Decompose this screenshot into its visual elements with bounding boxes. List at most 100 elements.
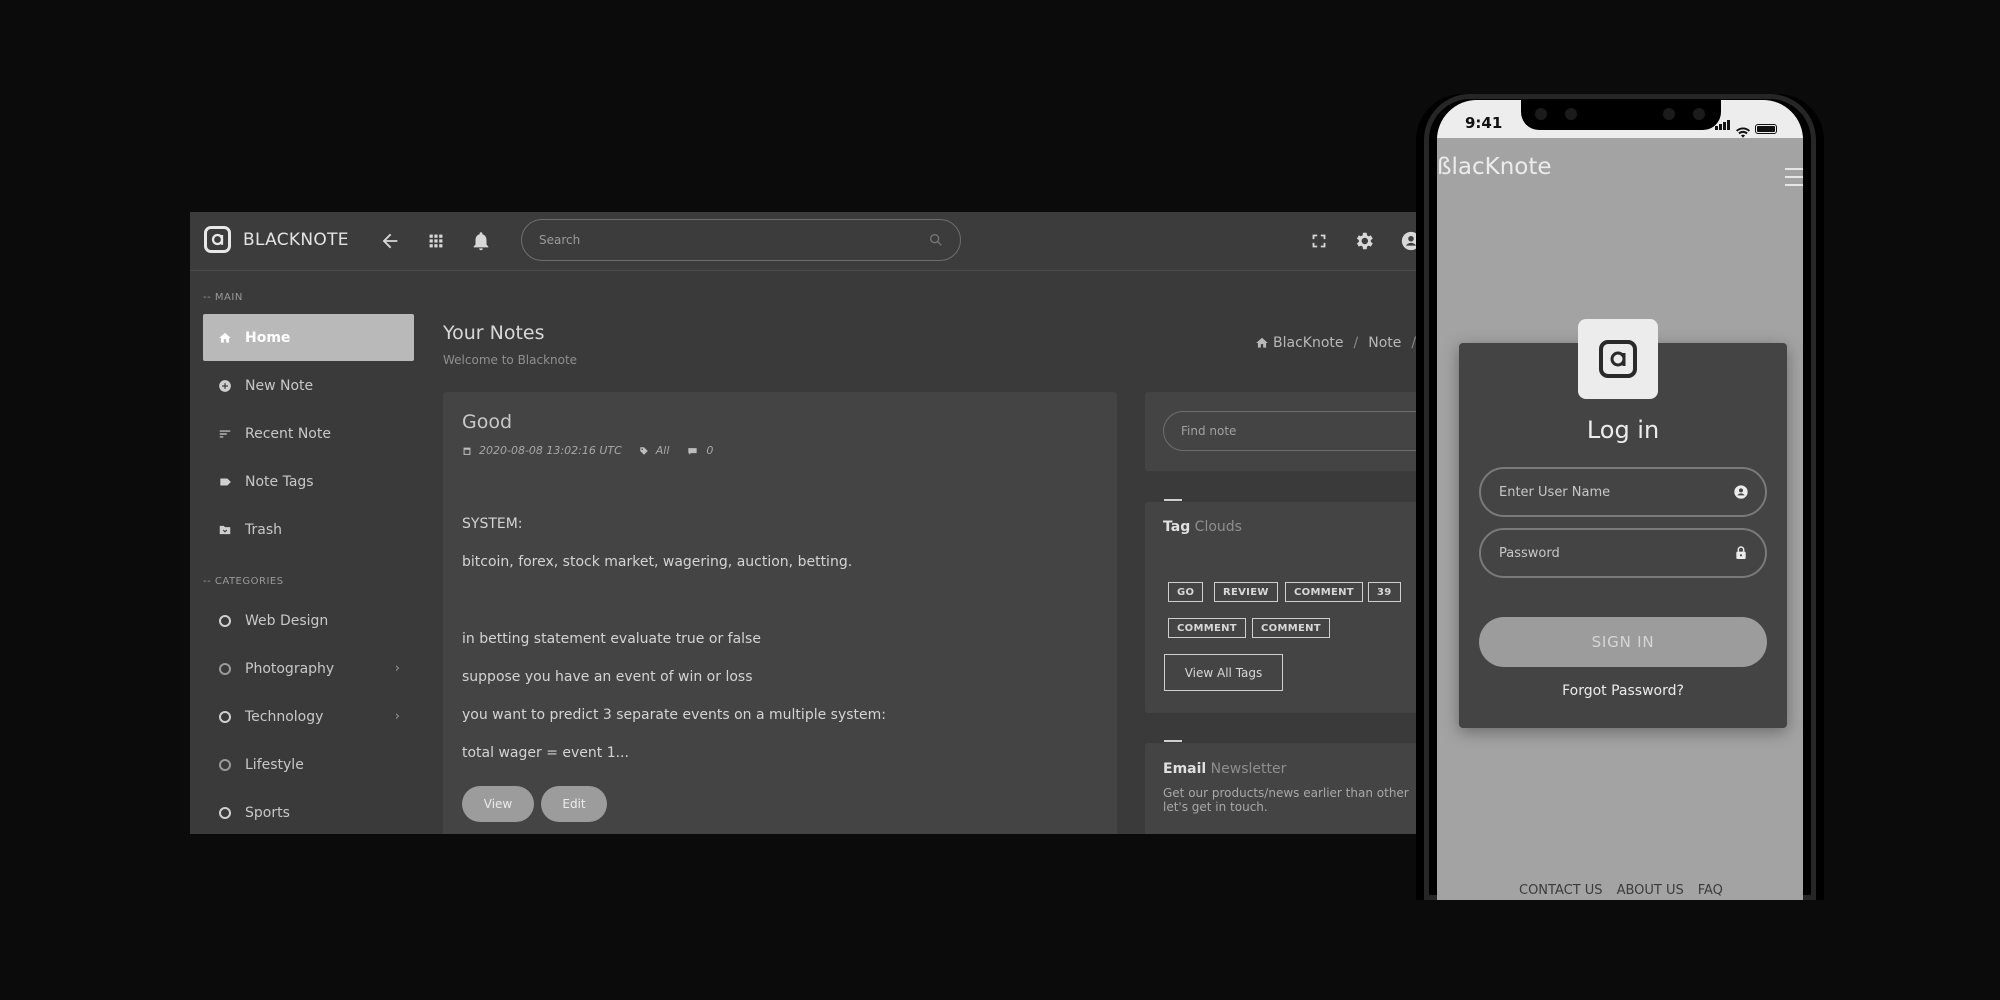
breadcrumb-item[interactable]: Note <box>1368 335 1401 351</box>
note-body-line: total wager = event 1... <box>462 745 629 761</box>
about-us-link[interactable]: ABOUT US <box>1617 883 1684 898</box>
home-icon[interactable] <box>1255 336 1269 350</box>
edit-button[interactable]: Edit <box>541 786 607 822</box>
sidebar-item-label: Sports <box>245 804 290 821</box>
newsletter-title: Email Newsletter <box>1163 761 1286 777</box>
battery-icon <box>1755 124 1777 134</box>
tag-cloud-title-rest: Clouds <box>1194 519 1242 535</box>
signal-icon <box>1715 115 1731 134</box>
sidebar-item-label: Photography <box>245 660 335 677</box>
circle-icon <box>217 757 233 773</box>
tag-chip[interactable]: GO <box>1168 582 1204 602</box>
sidebar-item-technology[interactable]: Technology › <box>203 693 414 740</box>
sidebar-item-note-tags[interactable]: Note Tags <box>203 458 414 505</box>
note-title[interactable]: Good <box>462 411 512 433</box>
breadcrumb-separator: / <box>1353 335 1359 351</box>
status-bar: 9:41 <box>1437 100 1803 138</box>
note-meta: 2020-08-08 13:02:16 UTC All 0 <box>462 444 713 457</box>
status-time: 9:41 <box>1465 114 1503 132</box>
sidebar-item-home[interactable]: Home <box>203 314 414 361</box>
home-icon <box>217 330 233 346</box>
circle-icon <box>217 805 233 821</box>
password-input[interactable] <box>1481 530 1765 576</box>
wifi-icon <box>1736 123 1750 138</box>
note-tag[interactable]: All <box>656 444 670 457</box>
tag-chip[interactable]: COMMENT <box>1285 582 1363 602</box>
page-subtitle: Welcome to Blacknote <box>443 353 578 367</box>
page-title: Your Notes <box>443 322 545 344</box>
phone-footer: CONTACT US ABOUT US FAQ <box>1519 883 1723 898</box>
breadcrumb: BlacKnote / Note / <box>1255 335 1418 351</box>
sidebar-item-label: Recent Note <box>245 425 331 442</box>
comment-icon <box>686 446 699 456</box>
sidebar-item-label: Lifestyle <box>245 756 304 773</box>
sign-in-button[interactable]: SIGN IN <box>1479 617 1767 667</box>
phone-brand[interactable]: ßlacKnote <box>1437 154 1552 180</box>
sidebar-item-label: Web Design <box>245 612 329 629</box>
sidebar-item-web-design[interactable]: Web Design <box>203 597 414 644</box>
notch <box>1521 100 1721 130</box>
sidebar-item-lifestyle[interactable]: Lifestyle <box>203 741 414 788</box>
phone-mockup: 9:41 ßlacKnote Log in Enter User Name SI… <box>1416 94 1824 900</box>
search-bar[interactable] <box>521 219 961 261</box>
status-icons <box>1715 115 1777 138</box>
apps-grid-icon[interactable] <box>425 230 447 252</box>
sidebar-item-photography[interactable]: Photography › <box>203 645 414 692</box>
sidebar-item-trash[interactable]: Trash <box>203 506 414 553</box>
sidebar-item-recent-note[interactable]: Recent Note <box>203 410 414 457</box>
circle-icon <box>217 661 233 677</box>
breadcrumb-item[interactable]: BlacKnote <box>1273 335 1344 351</box>
sidebar-item-sports[interactable]: Sports <box>203 789 414 834</box>
note-body-line: in betting statement evaluate true or fa… <box>462 631 761 647</box>
view-button[interactable]: View <box>462 786 534 822</box>
password-field[interactable] <box>1479 528 1767 578</box>
chevron-right-icon: › <box>394 709 400 724</box>
search-input[interactable] <box>522 220 960 260</box>
circle-icon <box>217 709 233 725</box>
faq-link[interactable]: FAQ <box>1698 883 1723 898</box>
note-body-line: SYSTEM: <box>462 516 523 532</box>
find-note-input[interactable] <box>1164 412 1418 450</box>
divider <box>1164 499 1182 501</box>
fullscreen-icon[interactable] <box>1308 230 1330 252</box>
brand[interactable]: BLACKNOTE <box>204 226 349 253</box>
tag-chip[interactable]: REVIEW <box>1214 582 1278 602</box>
find-note-panel <box>1145 392 1418 471</box>
gear-icon[interactable] <box>1353 230 1375 252</box>
tag-chip[interactable]: COMMENT <box>1252 618 1330 638</box>
username-field[interactable] <box>1479 467 1767 517</box>
note-body-line: you want to predict 3 separate events on… <box>462 707 886 723</box>
find-note-field[interactable] <box>1163 411 1418 451</box>
sidebar-item-new-note[interactable]: New Note <box>203 362 414 409</box>
calendar-icon <box>462 446 472 456</box>
newsletter-text: Get our products/news earlier than other… <box>1163 786 1409 814</box>
sidebar-item-label: Technology <box>245 708 324 725</box>
sidebar-item-label: Trash <box>245 521 282 538</box>
tag-icon <box>217 474 233 490</box>
brand-name: BLACKNOTE <box>243 229 349 250</box>
tag-chip[interactable]: 39 <box>1368 582 1401 602</box>
lock-icon <box>1733 545 1749 561</box>
login-logo-icon <box>1578 319 1658 399</box>
view-all-tags-button[interactable]: View All Tags <box>1164 654 1283 691</box>
newsletter-title-rest: Newsletter <box>1210 761 1287 777</box>
forgot-password-link[interactable]: Forgot Password? <box>1459 683 1787 699</box>
tag-icon <box>639 446 649 456</box>
tag-chip[interactable]: COMMENT <box>1168 618 1246 638</box>
bell-icon[interactable] <box>470 230 492 252</box>
note-comment-count: 0 <box>706 444 714 457</box>
sidebar-item-label: New Note <box>245 377 314 394</box>
username-input[interactable] <box>1481 469 1765 515</box>
newsletter-title-bold: Email <box>1163 761 1207 777</box>
circle-icon <box>217 613 233 629</box>
user-icon <box>1733 484 1749 500</box>
tag-cloud-title: Tag Clouds <box>1163 519 1242 535</box>
note-body-line: suppose you have an event of win or loss <box>462 669 753 685</box>
contact-us-link[interactable]: CONTACT US <box>1519 883 1603 898</box>
hamburger-menu-icon[interactable] <box>1785 168 1803 192</box>
back-arrow-icon[interactable] <box>379 230 401 252</box>
blacknote-logo-icon <box>204 226 231 253</box>
sidebar-section-main: -- MAIN <box>203 292 243 303</box>
search-icon[interactable] <box>928 232 944 248</box>
login-card: Log in SIGN IN Forgot Password? <box>1459 343 1787 728</box>
